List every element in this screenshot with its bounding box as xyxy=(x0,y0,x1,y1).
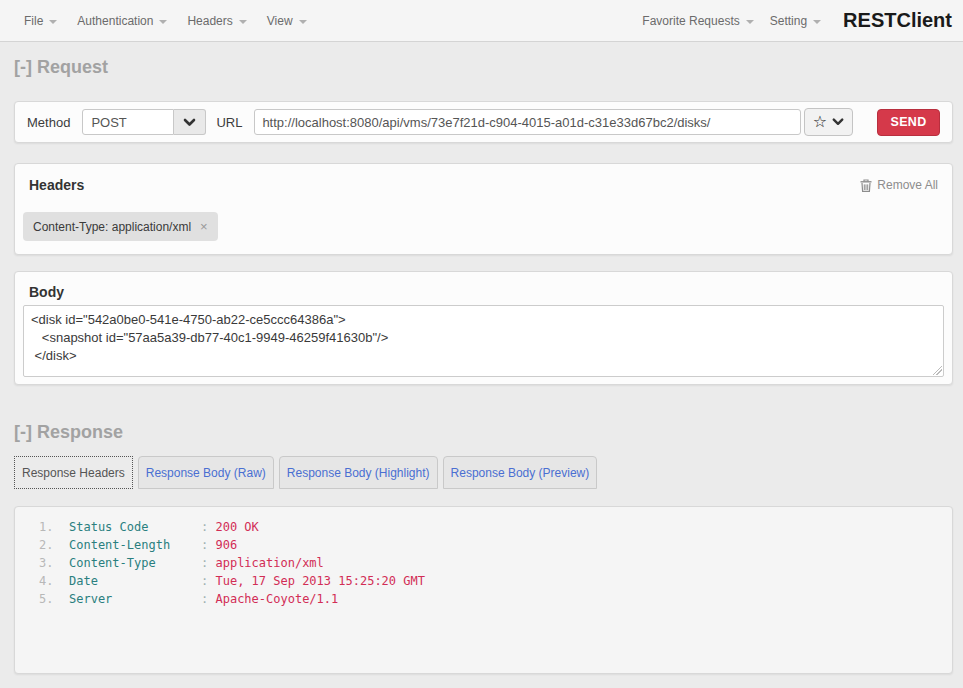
menu-file-label: File xyxy=(24,14,43,28)
colon: : xyxy=(201,574,215,588)
colon: : xyxy=(201,592,215,606)
request-url-panel: Method POST URL http://localhost:8080/ap… xyxy=(14,101,953,143)
favorite-dropdown-button[interactable]: ☆ xyxy=(804,108,853,136)
line-number: 3. xyxy=(39,554,69,572)
close-icon[interactable]: × xyxy=(200,219,208,234)
menu-authentication-label: Authentication xyxy=(77,14,153,28)
remove-all-button[interactable]: Remove All xyxy=(860,178,938,192)
menu-headers[interactable]: Headers xyxy=(177,14,256,28)
body-line: </disk> xyxy=(31,347,936,365)
menu-view-label: View xyxy=(267,14,293,28)
top-navbar: File Authentication Headers View Favorit… xyxy=(0,0,963,42)
app-logo: RESTClient xyxy=(843,9,952,32)
tab-response-body-highlight[interactable]: Response Body (Highlight) xyxy=(279,456,438,489)
colon: : xyxy=(201,538,215,552)
url-input[interactable]: http://localhost:8080/api/vms/73e7f21d-c… xyxy=(254,109,801,135)
header-name: Content-Length xyxy=(69,536,201,554)
header-value: 906 xyxy=(215,538,237,552)
response-header-row: 3.Content-Type: application/xml xyxy=(15,554,952,572)
header-name: Server xyxy=(69,590,201,608)
colon: : xyxy=(201,556,215,570)
chevron-down-icon xyxy=(239,20,247,24)
menu-favorite-requests-label: Favorite Requests xyxy=(642,14,739,28)
response-section-title[interactable]: [-] Response xyxy=(14,422,949,443)
tab-response-headers[interactable]: Response Headers xyxy=(14,456,133,489)
body-title: Body xyxy=(29,284,944,300)
menu-favorite-requests[interactable]: Favorite Requests xyxy=(634,14,761,28)
url-label: URL xyxy=(216,115,242,130)
chevron-down-icon xyxy=(832,118,844,126)
resize-handle-icon[interactable] xyxy=(931,364,942,375)
header-value: 200 OK xyxy=(215,520,258,534)
menu-authentication[interactable]: Authentication xyxy=(67,14,177,28)
chevron-down-icon xyxy=(159,20,167,24)
header-name: Date xyxy=(69,572,201,590)
request-section-title[interactable]: [-] Request xyxy=(14,57,949,78)
method-dropdown-button[interactable] xyxy=(174,109,206,135)
line-number: 4. xyxy=(39,572,69,590)
body-line: <disk id="542a0be0-541e-4750-ab22-ce5ccc… xyxy=(31,311,936,329)
colon: : xyxy=(201,520,215,534)
response-headers-panel: 1.Status Code: 200 OK 2.Content-Length: … xyxy=(14,506,953,674)
method-label: Method xyxy=(27,115,70,130)
response-tabs: Response Headers Response Body (Raw) Res… xyxy=(14,456,953,489)
headers-title: Headers xyxy=(29,177,84,193)
header-value: Apache-Coyote/1.1 xyxy=(215,592,338,606)
header-value: application/xml xyxy=(215,556,323,570)
body-panel: Body <disk id="542a0be0-541e-4750-ab22-c… xyxy=(14,271,953,385)
body-line: <snapshot id="57aa5a39-db77-40c1-9949-46… xyxy=(31,329,936,347)
response-header-row: 2.Content-Length: 906 xyxy=(15,536,952,554)
response-header-row: 5.Server: Apache-Coyote/1.1 xyxy=(15,590,952,608)
chevron-down-icon xyxy=(299,20,307,24)
chevron-down-icon xyxy=(183,118,196,127)
trash-icon xyxy=(860,179,872,192)
line-number: 5. xyxy=(39,590,69,608)
menu-file[interactable]: File xyxy=(12,14,67,28)
star-icon: ☆ xyxy=(813,114,827,130)
header-tag[interactable]: Content-Type: application/xml × xyxy=(23,212,218,241)
send-button[interactable]: SEND xyxy=(877,109,940,136)
chevron-down-icon xyxy=(746,20,754,24)
response-header-row: 4.Date: Tue, 17 Sep 2013 15:25:20 GMT xyxy=(15,572,952,590)
line-number: 2. xyxy=(39,536,69,554)
method-select[interactable]: POST xyxy=(82,109,174,135)
tab-response-body-raw[interactable]: Response Body (Raw) xyxy=(138,456,274,489)
header-value: Tue, 17 Sep 2013 15:25:20 GMT xyxy=(215,574,425,588)
menu-headers-label: Headers xyxy=(187,14,232,28)
menu-view[interactable]: View xyxy=(257,14,317,28)
line-number: 1. xyxy=(39,518,69,536)
response-header-row: 1.Status Code: 200 OK xyxy=(15,518,952,536)
tab-response-body-preview[interactable]: Response Body (Preview) xyxy=(443,456,598,489)
method-select-group: POST xyxy=(82,109,206,135)
menu-setting-label: Setting xyxy=(770,14,807,28)
header-name: Content-Type xyxy=(69,554,201,572)
body-textarea[interactable]: <disk id="542a0be0-541e-4750-ab22-ce5ccc… xyxy=(23,305,944,377)
header-tag-label: Content-Type: application/xml xyxy=(33,220,191,234)
chevron-down-icon xyxy=(49,20,57,24)
chevron-down-icon xyxy=(813,20,821,24)
menu-setting[interactable]: Setting xyxy=(762,14,829,28)
headers-panel: Headers Remove All Content-Type: applica… xyxy=(14,163,953,255)
header-name: Status Code xyxy=(69,518,201,536)
remove-all-label: Remove All xyxy=(877,178,938,192)
